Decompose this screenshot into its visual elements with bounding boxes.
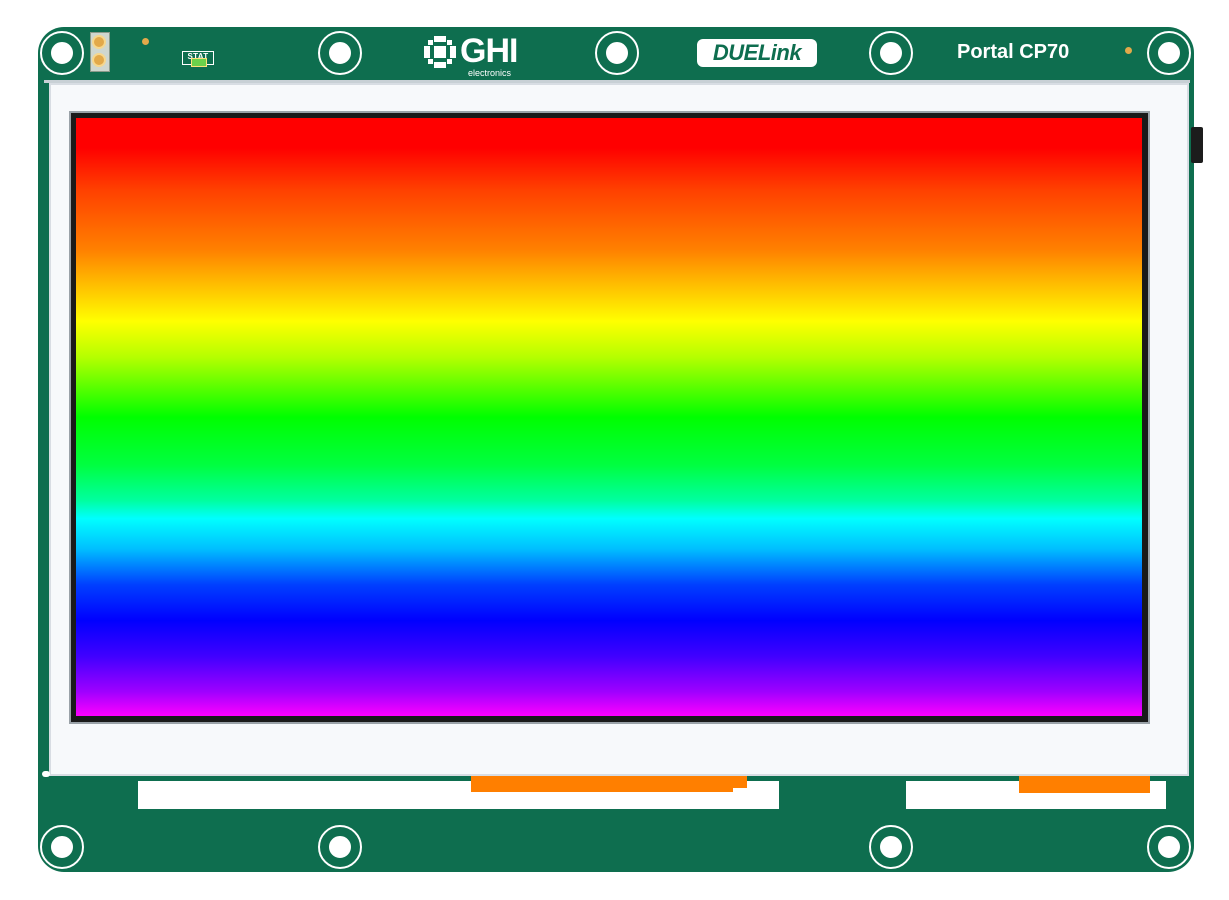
bezel-corner xyxy=(42,771,50,777)
mounting-hole-bottom-3 xyxy=(869,825,913,869)
mounting-hole-top-4 xyxy=(869,31,913,75)
lcd-screen[interactable] xyxy=(76,118,1142,716)
ghi-logo: GHI electronics xyxy=(424,32,518,78)
mounting-hole-top-5 xyxy=(1147,31,1191,75)
model-label: Portal CP70 xyxy=(957,41,1070,63)
mounting-hole-bottom-4 xyxy=(1147,825,1191,869)
ghi-mark-icon xyxy=(424,36,456,68)
ghi-wordmark: GHI xyxy=(460,32,518,70)
mounting-hole-top-2 xyxy=(318,31,362,75)
test-pad-left xyxy=(142,38,149,45)
side-connector xyxy=(1191,127,1203,163)
mounting-hole-top-3 xyxy=(595,31,639,75)
mounting-hole-bottom-1 xyxy=(40,825,84,869)
mounting-hole-top-1 xyxy=(40,31,84,75)
test-pad-right xyxy=(1125,47,1132,54)
ghi-subtitle: electronics xyxy=(468,68,512,78)
flex-connector-right xyxy=(1019,776,1150,793)
flex-connector-left-tail xyxy=(471,786,733,792)
duelink-logo: DUELink xyxy=(697,39,817,67)
header-pin-1 xyxy=(92,35,106,49)
mounting-hole-bottom-2 xyxy=(318,825,362,869)
header-pin-2 xyxy=(92,53,106,67)
status-led xyxy=(191,58,207,67)
